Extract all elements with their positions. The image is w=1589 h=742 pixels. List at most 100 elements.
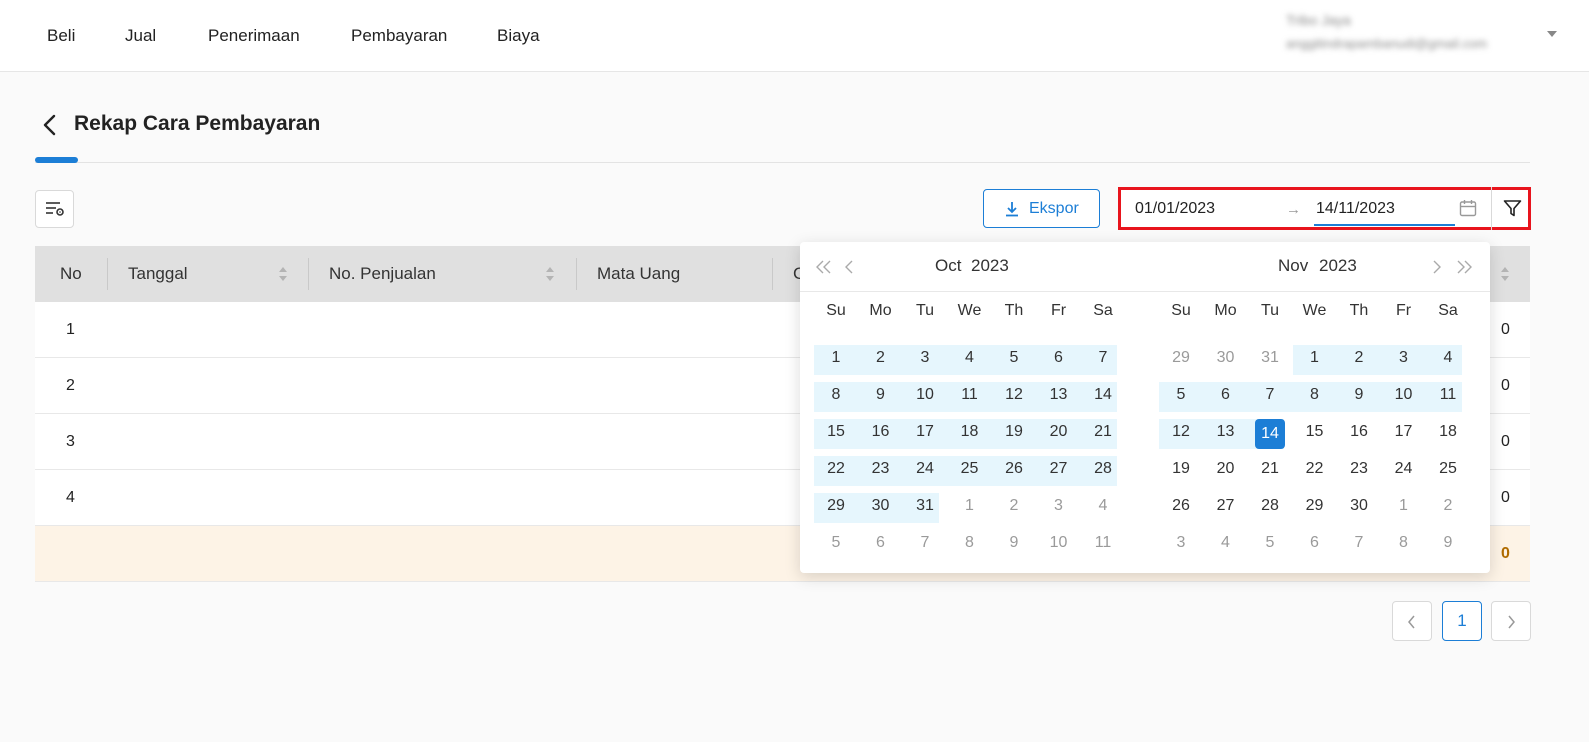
range-start-input[interactable]: 01/01/2023 — [1135, 200, 1215, 218]
calendar-day[interactable]: 1 — [1295, 349, 1335, 367]
calendar-day[interactable]: 12 — [994, 386, 1034, 404]
calendar-day[interactable]: 24 — [905, 460, 945, 478]
calendar-day[interactable]: 25 — [1428, 460, 1468, 478]
calendar-day[interactable]: 4 — [1428, 349, 1468, 367]
next-page-button[interactable] — [1491, 601, 1531, 641]
calendar-day[interactable]: 8 — [816, 386, 856, 404]
calendar-day[interactable]: 2 — [861, 349, 901, 367]
calendar-day[interactable]: 10 — [905, 386, 945, 404]
calendar-day[interactable]: 21 — [1083, 423, 1123, 441]
nav-item-pembayaran[interactable]: Pembayaran — [351, 26, 447, 46]
calendar-day[interactable]: 15 — [816, 423, 856, 441]
calendar-day[interactable]: 14 — [1083, 386, 1123, 404]
calendar-day[interactable]: 4 — [1206, 534, 1246, 552]
nav-item-penerimaan[interactable]: Penerimaan — [208, 26, 300, 46]
calendar-day[interactable]: 21 — [1250, 460, 1290, 478]
page-button-current[interactable]: 1 — [1442, 601, 1482, 641]
calendar-day[interactable]: 18 — [950, 423, 990, 441]
calendar-day[interactable]: 11 — [1428, 386, 1468, 404]
calendar-day[interactable]: 30 — [1339, 497, 1379, 515]
calendar-day[interactable]: 1 — [1384, 497, 1424, 515]
calendar-day[interactable]: 8 — [1384, 534, 1424, 552]
calendar-day[interactable]: 8 — [950, 534, 990, 552]
sort-icon[interactable] — [1500, 266, 1510, 282]
calendar-day[interactable]: 7 — [1083, 349, 1123, 367]
calendar-day[interactable]: 29 — [1161, 349, 1201, 367]
calendar-day[interactable]: 6 — [1039, 349, 1079, 367]
calendar-day[interactable]: 2 — [1428, 497, 1468, 515]
prev-month-icon[interactable] — [844, 259, 854, 275]
calendar-day[interactable]: 6 — [861, 534, 901, 552]
calendar-day[interactable]: 26 — [994, 460, 1034, 478]
calendar-day[interactable]: 29 — [816, 497, 856, 515]
calendar-day[interactable]: 3 — [1039, 497, 1079, 515]
calendar-day[interactable]: 12 — [1161, 423, 1201, 441]
next-year-icon[interactable] — [1455, 259, 1473, 275]
calendar-day[interactable]: 23 — [861, 460, 901, 478]
prev-page-button[interactable] — [1392, 601, 1432, 641]
calendar-day[interactable]: 3 — [905, 349, 945, 367]
calendar-day[interactable]: 6 — [1206, 386, 1246, 404]
calendar-day[interactable]: 13 — [1206, 423, 1246, 441]
calendar-day[interactable]: 7 — [1339, 534, 1379, 552]
calendar-day[interactable]: 9 — [1339, 386, 1379, 404]
calendar-day[interactable]: 11 — [1083, 534, 1123, 552]
calendar-day[interactable]: 6 — [1295, 534, 1335, 552]
calendar-day[interactable]: 5 — [816, 534, 856, 552]
calendar-day-selected[interactable]: 14 — [1255, 419, 1285, 449]
calendar-day[interactable]: 15 — [1295, 423, 1335, 441]
calendar-day[interactable]: 16 — [861, 423, 901, 441]
calendar-day[interactable]: 3 — [1161, 534, 1201, 552]
calendar-day[interactable]: 2 — [1339, 349, 1379, 367]
range-end-input[interactable]: 14/11/2023 — [1316, 200, 1395, 218]
left-month-label[interactable]: Oct — [935, 256, 961, 276]
calendar-day[interactable]: 4 — [950, 349, 990, 367]
calendar-day[interactable]: 22 — [816, 460, 856, 478]
next-month-icon[interactable] — [1432, 259, 1442, 275]
calendar-day[interactable]: 28 — [1083, 460, 1123, 478]
calendar-day[interactable]: 23 — [1339, 460, 1379, 478]
calendar-day[interactable]: 31 — [1250, 349, 1290, 367]
caret-down-icon[interactable] — [1547, 31, 1557, 37]
calendar-day[interactable]: 25 — [950, 460, 990, 478]
right-year-label[interactable]: 2023 — [1319, 256, 1357, 276]
header-no-penjualan[interactable]: No. Penjualan — [329, 264, 436, 284]
prev-year-icon[interactable] — [815, 259, 833, 275]
calendar-day[interactable]: 9 — [994, 534, 1034, 552]
date-range-picker[interactable]: 01/01/2023 → 14/11/2023 — [1118, 187, 1531, 230]
calendar-day[interactable]: 17 — [1384, 423, 1424, 441]
right-month-label[interactable]: Nov — [1278, 256, 1308, 276]
calendar-day[interactable]: 31 — [905, 497, 945, 515]
calendar-day[interactable]: 24 — [1384, 460, 1424, 478]
calendar-day[interactable]: 7 — [1250, 386, 1290, 404]
calendar-day[interactable]: 9 — [861, 386, 901, 404]
calendar-day[interactable]: 5 — [1161, 386, 1201, 404]
calendar-day[interactable]: 1 — [816, 349, 856, 367]
nav-item-beli[interactable]: Beli — [47, 26, 75, 46]
calendar-day[interactable]: 11 — [950, 386, 990, 404]
calendar-day[interactable]: 18 — [1428, 423, 1468, 441]
calendar-day[interactable]: 2 — [994, 497, 1034, 515]
calendar-day[interactable]: 29 — [1295, 497, 1335, 515]
calendar-day[interactable]: 17 — [905, 423, 945, 441]
calendar-day[interactable]: 30 — [861, 497, 901, 515]
user-menu[interactable]: Tribo Jaya anggitindrapambanudi@gmail.co… — [1286, 12, 1546, 51]
calendar-day[interactable]: 10 — [1384, 386, 1424, 404]
calendar-day[interactable]: 30 — [1206, 349, 1246, 367]
export-button[interactable]: Ekspor — [983, 189, 1100, 228]
filter-button[interactable] — [1491, 187, 1531, 230]
calendar-day[interactable]: 7 — [905, 534, 945, 552]
calendar-day[interactable]: 20 — [1039, 423, 1079, 441]
calendar-day[interactable]: 27 — [1039, 460, 1079, 478]
calendar-day[interactable]: 8 — [1295, 386, 1335, 404]
nav-item-jual[interactable]: Jual — [125, 26, 156, 46]
calendar-day[interactable]: 9 — [1428, 534, 1468, 552]
calendar-day[interactable]: 4 — [1083, 497, 1123, 515]
header-tanggal[interactable]: Tanggal — [128, 264, 188, 284]
sort-icon[interactable] — [545, 266, 555, 282]
calendar-day[interactable]: 1 — [950, 497, 990, 515]
calendar-day[interactable]: 27 — [1206, 497, 1246, 515]
header-mata-uang[interactable]: Mata Uang — [597, 264, 680, 284]
calendar-day[interactable]: 13 — [1039, 386, 1079, 404]
calendar-day[interactable]: 19 — [1161, 460, 1201, 478]
